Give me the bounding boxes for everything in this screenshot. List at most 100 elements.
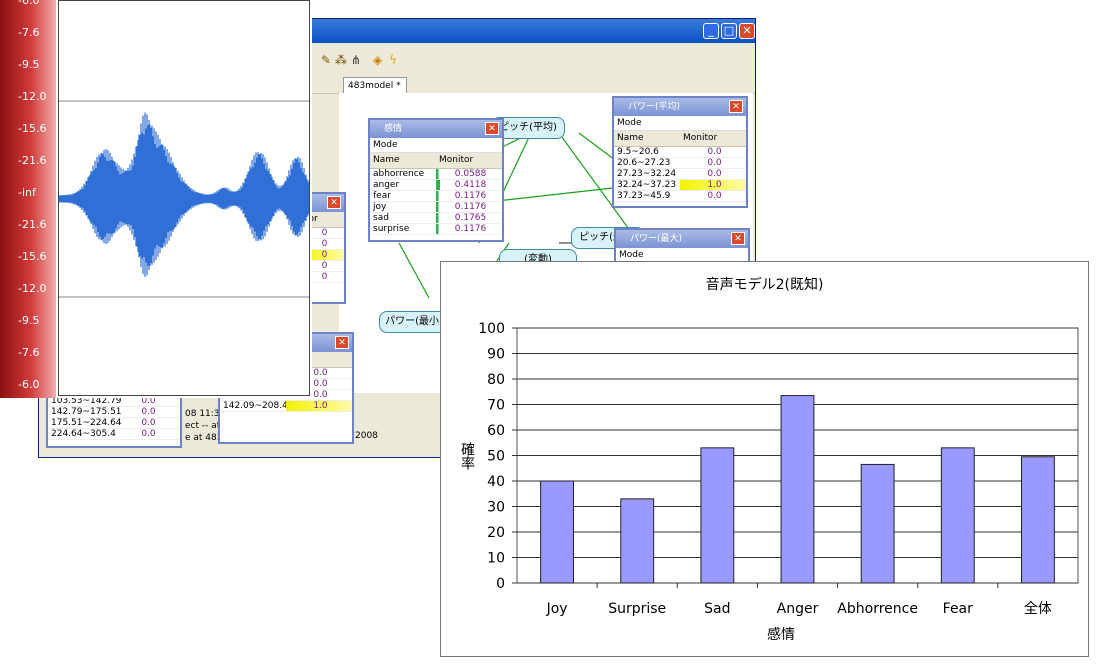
y-tick-label: 60: [487, 423, 505, 439]
y-tick-label: 100: [478, 321, 505, 337]
ruler-tick-label: -12.0: [18, 90, 47, 103]
ruler-tick-label: -6.0: [18, 378, 40, 391]
waveform-window: -6.0 -7.6 -9.5 -12.0 -15.6 -21.6 -inf -21.6 -15.…: [0, 0, 312, 398]
table-row: 142.09~208.4 1.0: [220, 401, 352, 412]
power-average-rows: 9.5~20.6 0.0 20.6~27.23 0.0 27.23~32.24 0.0 32…: [614, 147, 746, 202]
table-row: 175.51~224.64 0.0: [48, 418, 180, 429]
ruler-tick-label: -21.6: [18, 154, 47, 167]
row-name: surprise: [373, 224, 410, 234]
power-max-title: パワー(最大): [630, 234, 683, 244]
emotion-panel-close-icon[interactable]: ✕: [485, 122, 499, 135]
power-average-close-icon[interactable]: ✕: [729, 100, 743, 113]
power-average-titlebar[interactable]: パワー(平均) ✕: [614, 98, 746, 116]
table-row: 32.24~37.23 1.0: [614, 180, 746, 191]
row-monitor-value: 0.0: [707, 191, 722, 201]
bar-abhorrence: [860, 463, 895, 584]
ruler-tick-label: -6.0: [18, 0, 40, 7]
emotion-panel-header: Name Monitor: [370, 153, 502, 169]
table-row: 142.79~175.51 0.0: [48, 407, 180, 418]
x-tick-label: Surprise: [608, 601, 666, 617]
interval-panel-left-rows: 103.53~142.79 0.0 142.79~175.51 0.0 175.51~2…: [48, 396, 180, 440]
close-button[interactable]: ✕: [739, 23, 755, 39]
row-name: 142.79~175.51: [51, 407, 122, 417]
x-tick-label: Abhorrence: [837, 601, 918, 617]
power-max-titlebar[interactable]: パワー(最大) ✕: [616, 230, 748, 248]
bar-surprise: [620, 498, 655, 584]
row-name: sad: [373, 213, 389, 223]
table-row: sad 0.1765: [370, 213, 502, 224]
row-monitor-value: 0.0: [707, 169, 722, 179]
emotion-panel: 感情 ✕ Mode Name Monitor abhorrence 0.0588 a…: [368, 118, 504, 242]
toolbar-lightning-icon[interactable]: ϟ: [389, 53, 397, 67]
level-meter-ruler: -6.0 -7.6 -9.5 -12.0 -15.6 -21.6 -inf -21.6 -15.…: [0, 0, 56, 398]
y-tick-label: 0: [496, 576, 505, 592]
ruler-tick-label: -9.5: [18, 58, 40, 71]
row-monitor-value: 0.4118: [436, 180, 502, 190]
waveform-plot[interactable]: [58, 0, 310, 396]
row-name: 142.09~208.4: [223, 401, 288, 411]
x-tick-label: Sad: [704, 601, 730, 617]
y-tick-label: 80: [487, 372, 505, 388]
row-name: 32.24~37.23: [617, 180, 677, 190]
x-tick-label: Fear: [943, 601, 973, 617]
ruler-tick-label: -21.6: [18, 218, 47, 231]
y-tick-label: 10: [487, 551, 505, 567]
y-tick-label: 30: [487, 500, 505, 516]
partial-panel-top-close-icon[interactable]: ✕: [327, 196, 341, 209]
table-row: abhorrence 0.0588: [370, 169, 502, 180]
bar-anger: [780, 395, 815, 584]
power-average-title: パワー(平均): [628, 102, 681, 112]
emotion-panel-titlebar[interactable]: 感情 ✕: [370, 120, 502, 138]
row-name: abhorrence: [373, 169, 425, 179]
table-row: surprise 0.1176: [370, 224, 502, 235]
table-row: 27.23~32.24 0.0: [614, 169, 746, 180]
row-name: anger: [373, 180, 400, 190]
interval-panel-mid-close-icon[interactable]: ✕: [335, 336, 349, 349]
col-monitor: Monitor: [683, 133, 718, 143]
row-monitor-value: 0.0588: [436, 169, 502, 179]
toolbar-compile-icon[interactable]: ◈: [373, 53, 382, 67]
ruler-tick-label: -7.6: [18, 346, 40, 359]
table-row: joy 0.1176: [370, 202, 502, 213]
y-tick-label: 50: [487, 449, 505, 465]
toolbar-tool-icon[interactable]: ✎: [321, 53, 331, 67]
table-row: fear 0.1176: [370, 191, 502, 202]
toolbar-tree-icon[interactable]: ⋔: [351, 53, 361, 67]
waveform-svg: [58, 100, 310, 298]
x-tick-label: Anger: [777, 601, 819, 617]
ruler-tick-label: -15.6: [18, 250, 47, 263]
toolbar-nodes-icon[interactable]: ⁂: [335, 53, 347, 67]
power-average-header: Name Monitor: [614, 131, 746, 147]
maximize-button[interactable]: □: [721, 23, 737, 39]
status-line-3: e at 483: [185, 433, 223, 443]
ruler-tick-label: -9.5: [18, 314, 40, 327]
row-monitor-value: 0.1176: [436, 202, 502, 212]
row-name: fear: [373, 191, 391, 201]
y-tick-label: 70: [487, 398, 505, 414]
minimize-button[interactable]: _: [703, 23, 719, 39]
y-tick-label: 40: [487, 474, 505, 490]
emotion-panel-title: 感情: [384, 124, 403, 134]
row-monitor-value: 0.1176: [436, 224, 502, 234]
bar-sad: [700, 447, 735, 584]
tab-483model[interactable]: 483model *: [343, 77, 407, 94]
table-row: 224.64~305.4 0.0: [48, 429, 180, 440]
row-name: 224.64~305.4: [51, 429, 116, 439]
ruler-tick-label: -7.6: [18, 26, 40, 39]
table-row: 37.23~45.9 0.0: [614, 191, 746, 202]
status-line-2: ect -- at: [185, 421, 221, 431]
waveform-trace: [58, 112, 310, 277]
row-monitor-value: 0.0: [707, 158, 722, 168]
row-monitor-value: 0.1765: [436, 213, 502, 223]
tab-label: 483model *: [348, 81, 401, 91]
table-row: anger 0.4118: [370, 180, 502, 191]
row-name: 37.23~45.9: [617, 191, 671, 201]
power-max-close-icon[interactable]: ✕: [731, 232, 745, 245]
row-name: joy: [373, 202, 387, 212]
node-power-min[interactable]: パワー(最小): [379, 311, 449, 333]
row-name: 175.51~224.64: [51, 418, 122, 428]
col-name: Name: [373, 155, 400, 165]
row-name: 20.6~27.23: [617, 158, 671, 168]
row-name: 27.23~32.24: [617, 169, 677, 179]
interval-panel-left: 103.53~142.79 0.0 142.79~175.51 0.0 175.51~2…: [46, 394, 182, 448]
